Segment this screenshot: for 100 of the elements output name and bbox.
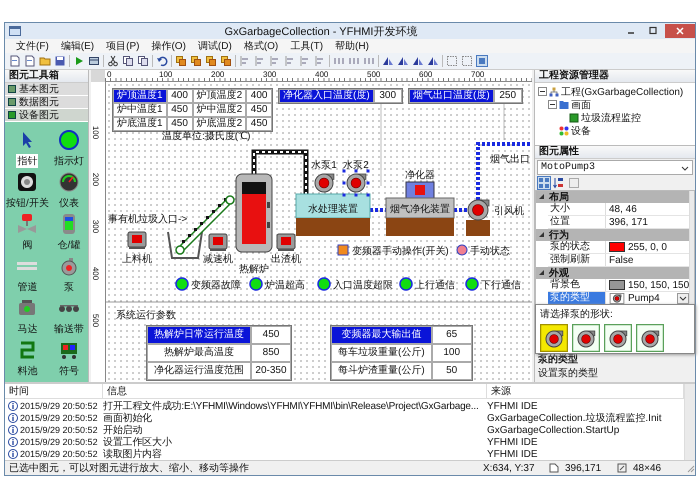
- folder-icon[interactable]: [39, 55, 51, 67]
- pump-shape-option[interactable]: [540, 324, 568, 352]
- description-text: 设置泵的类型: [538, 366, 599, 380]
- menu-item[interactable]: 调试(D): [192, 39, 237, 53]
- collapse-icon[interactable]: [538, 231, 546, 239]
- tree-item[interactable]: 画面: [571, 98, 591, 112]
- pump-shape-option[interactable]: [604, 324, 632, 352]
- tool-item[interactable]: 阀: [5, 212, 50, 254]
- object-selector[interactable]: MotoPump3: [537, 160, 693, 175]
- ruler-label: 700: [471, 70, 484, 79]
- layer-icon[interactable]: [220, 55, 232, 67]
- sort-icon[interactable]: [553, 177, 565, 189]
- tool-item[interactable]: 管道: [5, 254, 50, 296]
- fan-drawing: [466, 200, 490, 236]
- menu-item[interactable]: 格式(O): [238, 39, 284, 53]
- size-icon: [617, 463, 627, 473]
- table-cell: 变频器最大输出值: [331, 326, 432, 344]
- property-name[interactable]: 背景色: [548, 279, 606, 291]
- category-label[interactable]: 外观: [549, 266, 569, 280]
- expander-icon[interactable]: [538, 87, 547, 96]
- collapse-icon[interactable]: [538, 269, 546, 277]
- switch-icon[interactable]: [338, 244, 348, 256]
- expander-icon[interactable]: [548, 100, 557, 109]
- copy-icon[interactable]: [122, 55, 134, 67]
- tree-item[interactable]: 垃圾流程监控: [581, 110, 641, 124]
- tool-item[interactable]: 指针: [5, 128, 50, 170]
- tool-item[interactable]: 输送带: [50, 296, 88, 338]
- dropdown-button[interactable]: [677, 292, 690, 304]
- tool-item[interactable]: 马达: [5, 296, 50, 338]
- column-header[interactable]: 信息: [103, 384, 487, 398]
- pump-shape-option[interactable]: [572, 324, 600, 352]
- save-icon[interactable]: [54, 55, 66, 67]
- table-cell: 50: [432, 362, 472, 380]
- readout-label: 烟气出口温度(度): [409, 89, 494, 103]
- new-page-icon[interactable]: [9, 55, 21, 67]
- scrollbar[interactable]: [684, 384, 695, 460]
- category-label[interactable]: 布局: [549, 190, 569, 204]
- flip-icon[interactable]: [412, 55, 424, 67]
- menu-item[interactable]: 编辑(E): [56, 39, 100, 53]
- tool-item[interactable]: 符号: [50, 338, 88, 380]
- group-header[interactable]: 基本图元: [5, 83, 88, 96]
- menu-item[interactable]: 文件(F): [11, 39, 54, 53]
- tree-item[interactable]: 工程(GxGarbageCollection): [561, 84, 684, 98]
- tool-item[interactable]: 料池: [5, 338, 50, 380]
- table-cell: 炉底温度2: [192, 117, 246, 131]
- tree-item[interactable]: 设备: [571, 124, 591, 138]
- cut-icon[interactable]: [107, 55, 119, 67]
- selection-handles[interactable]: [342, 170, 370, 196]
- close-button[interactable]: [665, 24, 695, 38]
- ruler-label: 500: [91, 314, 100, 328]
- tool-item[interactable]: 仓/罐: [50, 212, 88, 254]
- property-name[interactable]: 大小: [548, 203, 606, 215]
- property-name[interactable]: 泵的类型: [548, 292, 606, 304]
- table-cell: 450: [246, 103, 272, 117]
- layout-icon[interactable]: [88, 55, 100, 67]
- menu-item[interactable]: 帮助(H): [330, 39, 374, 53]
- table-cell: 450: [166, 117, 193, 131]
- category-label[interactable]: 行为: [549, 228, 569, 242]
- undo-icon[interactable]: [156, 55, 168, 67]
- resize-grip-icon[interactable]: [685, 463, 695, 473]
- menu-item[interactable]: 项目(P): [101, 39, 144, 53]
- menu-item[interactable]: 操作(O): [146, 39, 191, 53]
- property-name[interactable]: 位置: [548, 216, 606, 228]
- property-name[interactable]: 强制刷新: [548, 254, 606, 266]
- equipment-label: 烟气出口: [490, 154, 530, 165]
- tool-item[interactable]: 仪表: [50, 170, 88, 212]
- alarm-label: 上行通信: [415, 280, 455, 291]
- flip-icon[interactable]: [397, 55, 409, 67]
- tool-item[interactable]: 指示灯: [50, 128, 88, 170]
- layer-icon[interactable]: [190, 55, 202, 67]
- group-icon[interactable]: [446, 55, 458, 67]
- equipment-label: 出渣机: [271, 254, 301, 265]
- alarm-label: 入口温度超限: [333, 280, 393, 291]
- property-name[interactable]: 泵的状态: [548, 241, 606, 253]
- table-cell-text: 读取图片内容: [103, 448, 163, 461]
- menu-item[interactable]: 工具(T): [285, 39, 328, 53]
- collapse-icon[interactable]: [538, 193, 546, 201]
- layer-icon[interactable]: [205, 55, 217, 67]
- pump-shape-option[interactable]: [636, 324, 664, 352]
- categorized-icon[interactable]: [538, 177, 550, 189]
- lamp-icon: [58, 129, 80, 151]
- group-header[interactable]: 设备图元: [5, 109, 88, 122]
- tool-item[interactable]: 泵: [50, 254, 88, 296]
- tool-item[interactable]: 按钮/开关: [5, 170, 50, 212]
- layer-icon[interactable]: [175, 55, 187, 67]
- paste-icon[interactable]: [137, 55, 149, 67]
- group-header[interactable]: 数据图元: [5, 96, 88, 109]
- table-cell-text: YFHMI IDE: [487, 400, 539, 412]
- property-value: Pump4: [628, 292, 660, 304]
- devices-icon: [559, 126, 569, 136]
- flip-icon[interactable]: [427, 55, 439, 67]
- equipment-label: 事有机垃圾入口->: [108, 214, 188, 225]
- ruler-label: 200: [211, 70, 224, 79]
- grid-toggle-icon[interactable]: [476, 55, 488, 67]
- page-icon[interactable]: [24, 55, 36, 67]
- pipe: [370, 208, 386, 212]
- table-cell: 热解炉日常运行温度: [147, 326, 251, 344]
- group-icon[interactable]: [461, 55, 473, 67]
- column-header[interactable]: 时间: [5, 384, 103, 398]
- flip-icon[interactable]: [382, 55, 394, 67]
